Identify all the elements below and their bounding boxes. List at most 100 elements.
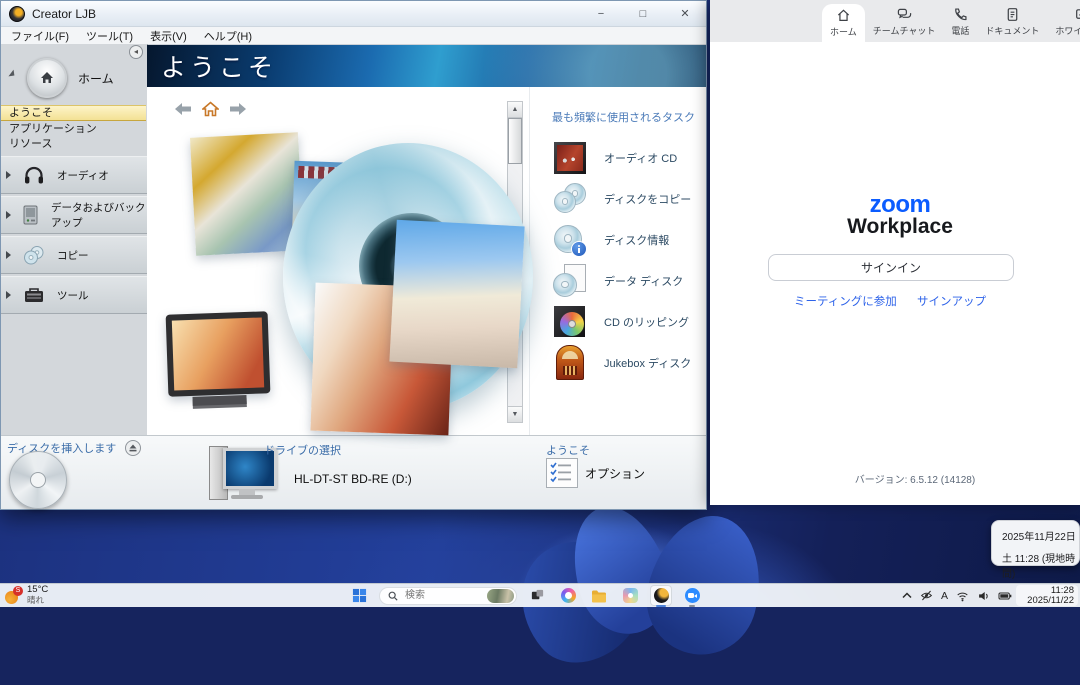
- tab-phone[interactable]: 電話: [943, 2, 977, 42]
- task-jukebox-disc[interactable]: Jukebox ディスク: [552, 342, 706, 383]
- copy-discs-icon: [19, 243, 49, 267]
- taskbar-clock[interactable]: 11:28 2025/11/22: [1016, 585, 1078, 606]
- drive-name[interactable]: HL-DT-ST BD-RE (D:): [294, 472, 412, 486]
- sidebar-item-applications[interactable]: アプリケーション: [1, 122, 147, 136]
- creator-sidebar: ◂ ホーム ようこそ アプリケーション リソース オーディオ: [1, 44, 148, 436]
- jukebox-icon: [552, 345, 588, 381]
- photo-card-tv: [166, 311, 271, 397]
- task-data-disc[interactable]: データ ディスク: [552, 260, 706, 301]
- join-meeting-link[interactable]: ミーティングに参加: [794, 293, 897, 309]
- chevron-right-icon: [6, 251, 11, 259]
- back-arrow-icon[interactable]: [173, 102, 193, 116]
- zoom-tabstrip: ホーム チームチャット 電話 ドキュメント ホワイトボー: [710, 0, 1080, 42]
- zoom-taskbar-icon: [685, 588, 700, 603]
- sidebar-item-resources[interactable]: リソース: [1, 137, 147, 151]
- home-button-icon[interactable]: [27, 58, 67, 98]
- chevron-right-icon: [6, 291, 11, 299]
- menu-tools[interactable]: ツール(T): [86, 28, 133, 44]
- task-view-button[interactable]: [526, 585, 548, 606]
- weather-sun-icon: S: [5, 587, 22, 604]
- weather-alert-badge: S: [13, 586, 23, 596]
- clock-time: 11:28: [1051, 586, 1074, 596]
- tab-whiteboard[interactable]: ホワイトボー: [1047, 2, 1080, 42]
- task-disc-info[interactable]: ディスク情報: [552, 219, 706, 260]
- chat-icon: [897, 7, 912, 22]
- task-label: CD のリッピング: [604, 314, 689, 330]
- sidebar-category-audio[interactable]: オーディオ: [1, 156, 147, 194]
- creator-titlebar[interactable]: Creator LJB − □ ✕: [1, 1, 706, 27]
- whiteboard-icon: [1075, 7, 1080, 22]
- tab-label: 電話: [951, 24, 969, 37]
- weather-temperature: 15°C: [27, 585, 48, 595]
- zoom-workplace-logo: zoom Workplace: [710, 194, 1080, 238]
- cd-rip-icon: [552, 304, 588, 340]
- chevron-right-icon: [6, 171, 11, 179]
- sign-in-button[interactable]: サインイン: [768, 254, 1014, 281]
- taskbar-search[interactable]: [379, 587, 517, 605]
- task-label: オーディオ CD: [604, 150, 677, 166]
- menu-file[interactable]: ファイル(F): [11, 28, 69, 44]
- scrollbar-thumb[interactable]: [508, 118, 522, 164]
- sidebar-category-label: オーディオ: [57, 168, 109, 183]
- sidebar-category-tools[interactable]: ツール: [1, 276, 147, 314]
- weather-widget[interactable]: S 15°C 晴れ: [5, 585, 48, 605]
- eye-slash-icon[interactable]: [920, 589, 933, 602]
- sidebar-home[interactable]: ホーム: [1, 58, 114, 98]
- maximize-icon[interactable]: □: [630, 8, 656, 20]
- chevron-up-icon[interactable]: [902, 592, 912, 599]
- options-icon[interactable]: [546, 458, 578, 488]
- creator-taskbar-button[interactable]: [650, 585, 672, 606]
- menu-view[interactable]: 表示(V): [150, 28, 187, 44]
- creator-window-title: Creator LJB: [32, 7, 96, 21]
- clock-date: 2025/11/22: [1027, 596, 1074, 606]
- minimize-icon[interactable]: −: [588, 8, 614, 20]
- photo-card-autumn: [190, 132, 304, 255]
- scroll-down-icon[interactable]: ▼: [508, 406, 522, 422]
- welcome-section-label: ようこそ: [546, 442, 590, 458]
- search-highlight-image[interactable]: [487, 589, 514, 603]
- headphones-icon: [19, 163, 49, 187]
- sidebar-item-welcome[interactable]: ようこそ: [1, 105, 146, 121]
- zoom-version: バージョン: 6.5.12 (14128): [730, 471, 1080, 486]
- zoom-logo-text: zoom: [710, 194, 1080, 216]
- wifi-icon[interactable]: [956, 590, 969, 602]
- task-cd-rip[interactable]: CD のリッピング: [552, 301, 706, 342]
- eject-icon[interactable]: [125, 440, 141, 456]
- drive-select-label: ドライブの選択: [264, 442, 341, 458]
- copilot-button[interactable]: [557, 585, 579, 606]
- forward-arrow-icon[interactable]: [228, 102, 248, 116]
- creator-bottom-bar: ディスクを挿入します ドライブの選択 HL-DT-ST BD-RE (D:) よ…: [1, 435, 706, 509]
- photo-card-couple: [389, 220, 524, 369]
- zoom-window: ホーム チームチャット 電話 ドキュメント ホワイトボー zoom Workpl…: [710, 0, 1080, 505]
- volume-icon[interactable]: [977, 590, 990, 602]
- menu-help[interactable]: ヘルプ(H): [204, 28, 252, 44]
- file-explorer-button[interactable]: [588, 585, 610, 606]
- sidebar-collapse-icon[interactable]: ◂: [129, 45, 143, 59]
- frequent-tasks-panel: 最も頻繁に使用されるタスク オーディオ CD ディスクをコピー ディスク情報: [529, 87, 706, 436]
- close-icon[interactable]: ✕: [672, 7, 698, 20]
- zoom-taskbar-button[interactable]: [681, 585, 703, 606]
- ime-indicator[interactable]: A: [941, 590, 948, 602]
- tab-docs[interactable]: ドキュメント: [977, 2, 1047, 42]
- sign-up-link[interactable]: サインアップ: [917, 293, 986, 309]
- sidebar-category-copy[interactable]: コピー: [1, 236, 147, 274]
- home-icon: [836, 8, 851, 23]
- chevron-right-icon: [6, 211, 11, 219]
- tab-team-chat[interactable]: チームチャット: [865, 2, 944, 42]
- task-audio-cd[interactable]: オーディオ CD: [552, 137, 706, 178]
- photos-button[interactable]: [619, 585, 641, 606]
- sidebar-category-data-backup[interactable]: データおよびバックアップ: [1, 196, 147, 234]
- tooltip-date: 2025年11月22日: [1002, 528, 1079, 543]
- windows-start-icon: [352, 588, 367, 603]
- battery-icon[interactable]: [998, 590, 1012, 602]
- options-label[interactable]: オプション: [585, 465, 645, 482]
- home-nav-icon[interactable]: [202, 101, 219, 117]
- scroll-up-icon[interactable]: ▲: [508, 102, 522, 118]
- search-input[interactable]: [403, 589, 477, 602]
- task-copy-disc[interactable]: ディスクをコピー: [552, 178, 706, 219]
- tab-home[interactable]: ホーム: [822, 4, 865, 42]
- banner-title: ようこそ: [161, 48, 277, 84]
- creator-app-icon: [9, 6, 25, 22]
- tab-label: ドキュメント: [985, 24, 1039, 37]
- start-button[interactable]: [348, 585, 370, 606]
